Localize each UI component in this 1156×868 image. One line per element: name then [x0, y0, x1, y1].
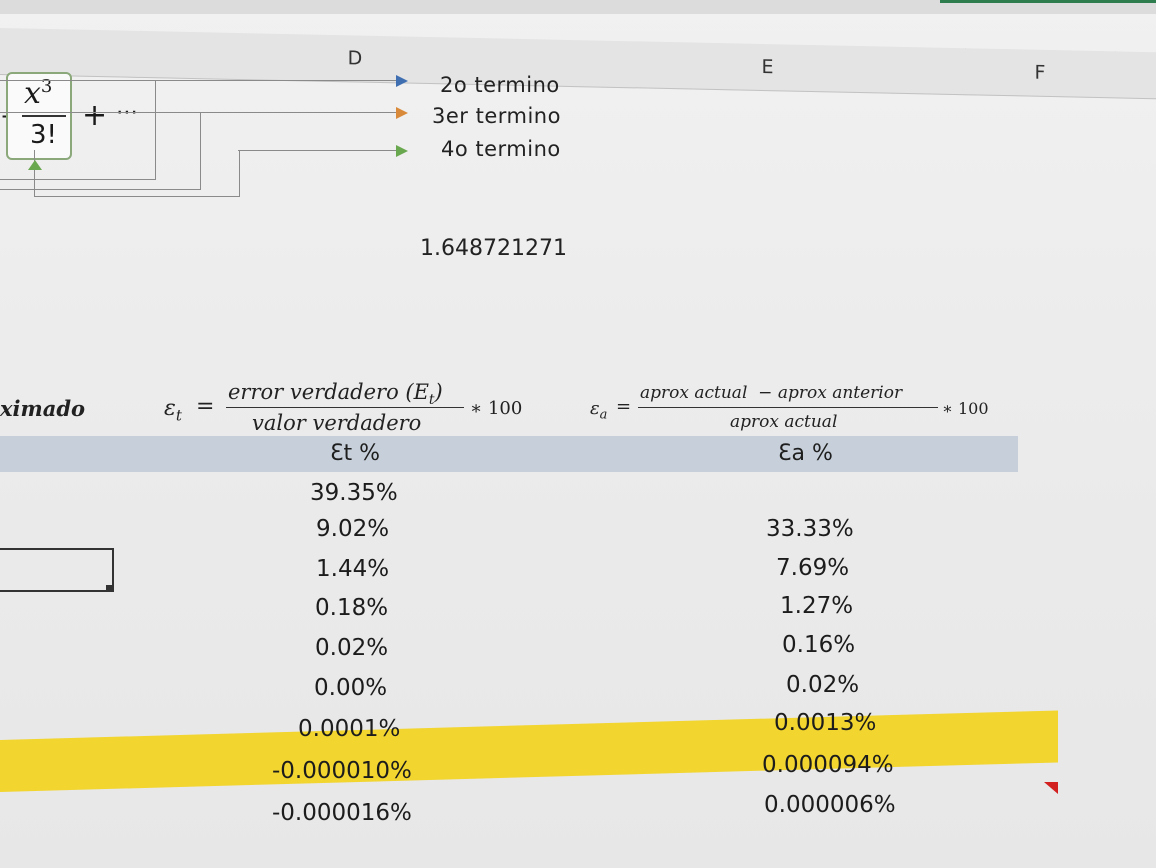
true-value-cell[interactable]: 1.648721271 — [420, 236, 567, 261]
term-label-2: 2o termino — [440, 73, 560, 97]
et-fraction-line — [226, 407, 464, 408]
ea-cell[interactable]: 0.0013% — [774, 710, 876, 736]
et-cell[interactable]: 0.00% — [314, 675, 387, 701]
et-equals: = — [196, 394, 215, 419]
et-symbol: εt — [164, 396, 182, 425]
ea-cell[interactable]: 0.000006% — [764, 792, 896, 818]
header-ea[interactable]: Ɛa % — [778, 441, 833, 466]
et-cell[interactable]: 9.02% — [316, 516, 389, 542]
connector-green-line — [238, 150, 396, 151]
selected-cell[interactable] — [0, 548, 114, 592]
window-accent-line — [940, 0, 1156, 3]
et-cell[interactable]: 0.18% — [315, 595, 388, 621]
ea-cell[interactable]: 33.33% — [766, 516, 854, 542]
et-cell[interactable]: -0.000010% — [272, 758, 412, 784]
et-cell[interactable]: 39.35% — [310, 480, 398, 506]
column-header-e[interactable]: E — [570, 39, 966, 96]
column-f-label: F — [1034, 61, 1046, 84]
ea-cell[interactable]: 7.69% — [776, 555, 849, 581]
connector-orange-line — [200, 112, 396, 113]
ea-symbol: εa — [590, 398, 608, 423]
column-header-f[interactable]: F — [965, 48, 1116, 99]
connector-green-path — [34, 150, 240, 197]
approx-label: ximado — [0, 396, 86, 421]
ea-denominator: aprox actual — [730, 412, 838, 432]
term-label-4: 4o termino — [441, 137, 561, 161]
table-header-band — [0, 436, 1018, 472]
ea-cell[interactable]: 0.16% — [782, 632, 855, 658]
arrow-blue-icon — [396, 75, 408, 87]
column-header-c[interactable] — [0, 28, 141, 78]
ea-equals: = — [616, 396, 632, 417]
et-cell[interactable]: 1.44% — [316, 556, 389, 582]
ea-fraction-line — [638, 407, 938, 408]
et-numerator: error verdadero (Et) — [228, 380, 443, 409]
connector-blue-line — [155, 80, 397, 81]
et-cell[interactable]: 0.02% — [315, 635, 388, 661]
highlighted-row — [0, 710, 1058, 792]
term-label-3: 3er termino — [432, 104, 561, 128]
et-denominator: valor verdadero — [252, 411, 422, 435]
column-header-row: D E F — [0, 0, 1156, 102]
column-header-g[interactable] — [1115, 51, 1156, 100]
fill-handle[interactable] — [106, 585, 112, 591]
et-times-100: ∗ 100 — [470, 398, 523, 419]
ea-cell[interactable]: 0.02% — [786, 672, 859, 698]
arrow-up-green-icon — [28, 160, 42, 170]
comment-indicator-icon[interactable] — [1044, 782, 1058, 794]
ea-cell[interactable]: 1.27% — [780, 593, 853, 619]
column-e-label: E — [761, 55, 774, 79]
header-et[interactable]: Ɛt % — [330, 441, 380, 466]
arrow-green-icon — [396, 145, 408, 157]
ea-cell[interactable]: 0.000094% — [762, 752, 894, 778]
ea-times-100: ∗ 100 — [942, 399, 989, 418]
et-cell[interactable]: 0.0001% — [298, 716, 400, 742]
arrow-orange-icon — [396, 107, 408, 119]
column-d-label: D — [347, 47, 363, 70]
ea-numerator: aprox actual − aprox anterior — [640, 383, 903, 403]
et-cell[interactable]: -0.000016% — [272, 800, 412, 826]
